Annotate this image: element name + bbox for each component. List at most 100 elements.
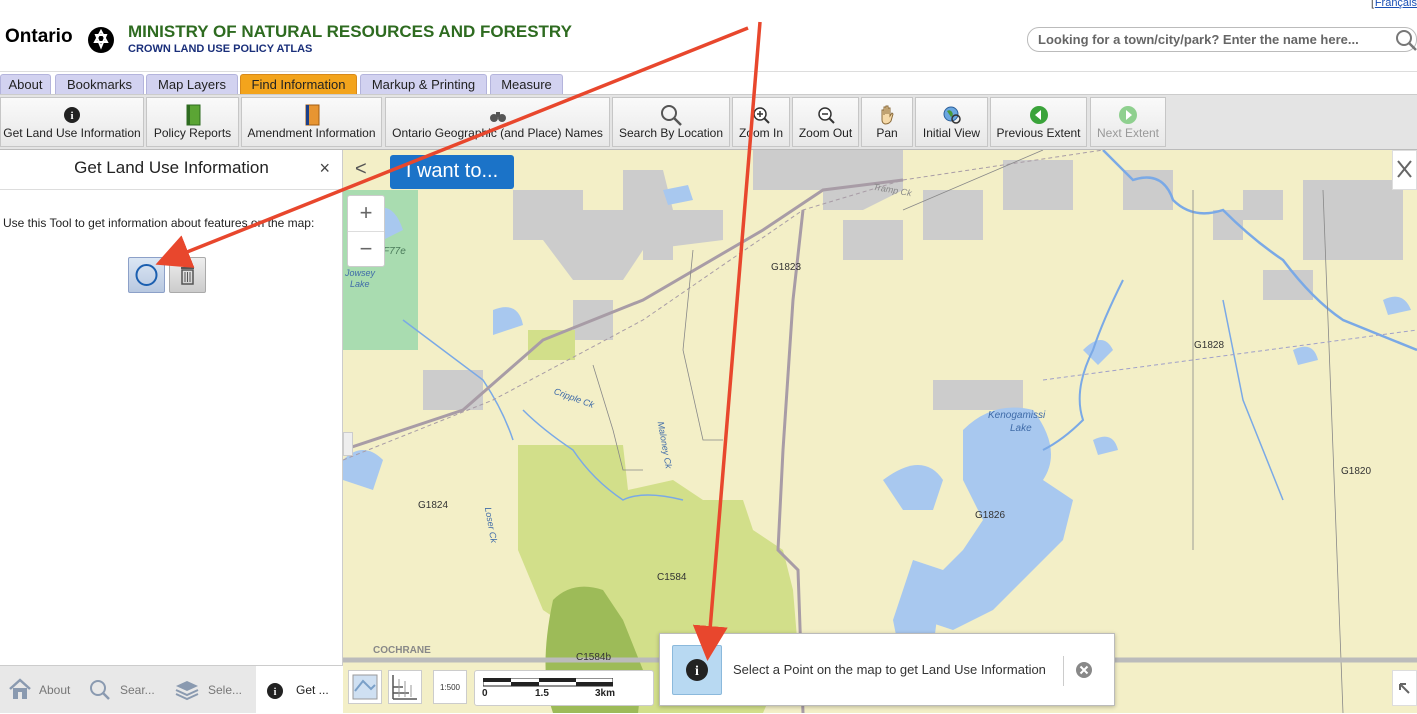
- map-label-jowsey-lake: Lake: [350, 279, 370, 289]
- toolbar-label: Pan: [876, 126, 898, 140]
- ontario-logo-text[interactable]: Ontario: [5, 26, 73, 48]
- green-forward-icon: [1119, 106, 1137, 124]
- map-label-g1820: G1820: [1341, 466, 1372, 477]
- map-zoom-in-button[interactable]: +: [348, 196, 384, 232]
- close-icon: [1076, 662, 1092, 678]
- toolbar-label: Amendment Information: [247, 126, 376, 140]
- tab-bookmarks[interactable]: Bookmarks: [55, 74, 144, 94]
- toolbar-label: Next Extent: [1096, 126, 1160, 140]
- initial-view-button[interactable]: Initial View: [915, 97, 988, 147]
- expand-arrow-icon: [1399, 683, 1410, 694]
- map-label-f77e: F77e: [383, 246, 406, 257]
- collapse-panel-button[interactable]: <: [355, 158, 367, 181]
- overview-map-icon: [352, 674, 378, 700]
- home-icon: [9, 678, 31, 699]
- map-canvas[interactable]: G1823 G1828 G1820 G1824 G1826 C1584 C158…: [343, 150, 1417, 713]
- select-point-button[interactable]: [128, 257, 165, 293]
- right-tools-toggle[interactable]: [1392, 150, 1417, 190]
- zoom-out-icon: [817, 107, 835, 124]
- instruction-toast: i Select a Point on the map to get Land …: [659, 633, 1115, 706]
- coordinates-button[interactable]: [388, 670, 422, 704]
- tab-measure[interactable]: Measure: [490, 74, 563, 94]
- svg-text:i: i: [70, 110, 73, 122]
- header: Ontario MINISTRY OF NATURAL RESOURCES AN…: [0, 0, 1417, 72]
- bottom-tab-label: Sear...: [120, 683, 155, 697]
- tab-about[interactable]: About: [0, 74, 51, 94]
- search-by-location-button[interactable]: Search By Location: [612, 97, 730, 147]
- map-zoom-out-button[interactable]: −: [348, 232, 384, 268]
- pan-button[interactable]: Pan: [861, 97, 913, 147]
- toolbar: i Get Land Use Information Policy Report…: [0, 94, 1417, 150]
- place-search-input[interactable]: [1028, 28, 1383, 51]
- toast-message: Select a Point on the map to get Land Us…: [733, 662, 1046, 677]
- map-label-jowsey: Jowsey: [345, 268, 376, 278]
- tab-find-information[interactable]: Find Information: [240, 74, 357, 94]
- bottom-tab-get-info[interactable]: i Get ...: [256, 666, 343, 714]
- magnifier-icon: [661, 105, 682, 126]
- bottom-tab-label: Get ...: [296, 683, 329, 697]
- circle-icon: [135, 264, 158, 286]
- i-want-to-button[interactable]: I want to...: [390, 155, 514, 189]
- wrench-icon: [1397, 160, 1412, 178]
- tool-panel: Get Land Use Information × Use this Tool…: [0, 150, 343, 714]
- expand-map-button[interactable]: [1392, 670, 1417, 706]
- amendment-information-button[interactable]: Amendment Information: [241, 97, 382, 147]
- toolbar-label: Search By Location: [618, 126, 724, 140]
- info-icon: i: [64, 107, 80, 123]
- trash-icon: [181, 265, 194, 285]
- tab-map-layers[interactable]: Map Layers: [146, 74, 238, 94]
- map-label-cochrane: COCHRANE: [373, 645, 431, 656]
- geographic-names-button[interactable]: Ontario Geographic (and Place) Names: [385, 97, 610, 147]
- panel-resize-handle[interactable]: [343, 432, 353, 456]
- panel-bottom-tabs: About Sear... Sele... i Get ...: [0, 665, 343, 714]
- zoom-out-button[interactable]: Zoom Out: [792, 97, 859, 147]
- clear-button[interactable]: [169, 257, 206, 293]
- scale-end: 3km: [595, 688, 616, 699]
- ministry-title: MINISTRY OF NATURAL RESOURCES AND FOREST…: [128, 22, 572, 41]
- scale-zero: 0: [482, 688, 488, 699]
- map-label-c1584b: C1584b: [576, 652, 612, 663]
- language-bracket: [: [1371, 0, 1375, 9]
- layers-icon: [175, 681, 199, 701]
- map-zoom-control: + −: [347, 195, 385, 267]
- overview-map-button[interactable]: [348, 670, 382, 704]
- bottom-tab-about[interactable]: About: [0, 666, 82, 714]
- language-link[interactable]: Français: [1375, 0, 1417, 9]
- previous-extent-button[interactable]: Previous Extent: [990, 97, 1087, 147]
- search-icon: [90, 680, 110, 700]
- trillium-logo-icon[interactable]: [87, 26, 115, 54]
- bottom-tab-search[interactable]: Sear...: [84, 666, 169, 714]
- tab-markup-printing[interactable]: Markup & Printing: [360, 74, 487, 94]
- place-search-box: [1027, 27, 1417, 52]
- zoom-in-button[interactable]: Zoom In: [732, 97, 790, 147]
- globe-icon: [943, 106, 961, 124]
- bottom-tab-select[interactable]: Sele...: [170, 666, 255, 714]
- toolbar-label: Previous Extent: [996, 126, 1081, 140]
- map-label-g1824: G1824: [418, 500, 449, 511]
- map-graphics: [343, 150, 1417, 713]
- atlas-subtitle: CROWN LAND USE POLICY ATLAS: [128, 43, 313, 55]
- map-label-c1584: C1584: [657, 572, 687, 583]
- map-label-g1828: G1828: [1194, 340, 1225, 351]
- scale-bar: 0 1.5 3km: [474, 670, 654, 706]
- green-back-icon: [1029, 106, 1048, 124]
- svg-text:i: i: [695, 664, 699, 679]
- next-extent-button[interactable]: Next Extent: [1090, 97, 1166, 147]
- scale-ratio-button[interactable]: 1:500: [433, 670, 467, 704]
- search-icon[interactable]: [1395, 29, 1417, 51]
- green-book-icon: [186, 104, 200, 126]
- toast-close-button[interactable]: [1063, 656, 1093, 686]
- hand-icon: [881, 105, 894, 125]
- zoom-in-icon: [753, 107, 770, 124]
- toolbar-label: Zoom Out: [798, 126, 853, 140]
- toolbar-label: Get Land Use Information: [3, 126, 141, 140]
- toolbar-label: Zoom In: [738, 126, 783, 140]
- panel-close-button[interactable]: ×: [319, 158, 330, 179]
- coordinate-grid-icon: [392, 675, 417, 700]
- panel-description: Use this Tool to get information about f…: [3, 216, 315, 230]
- get-land-use-info-button[interactable]: i Get Land Use Information: [0, 97, 144, 147]
- toast-info-button: i: [672, 645, 722, 695]
- binoculars-icon: [489, 112, 506, 122]
- policy-reports-button[interactable]: Policy Reports: [146, 97, 239, 147]
- toolbar-label: Ontario Geographic (and Place) Names: [392, 126, 603, 140]
